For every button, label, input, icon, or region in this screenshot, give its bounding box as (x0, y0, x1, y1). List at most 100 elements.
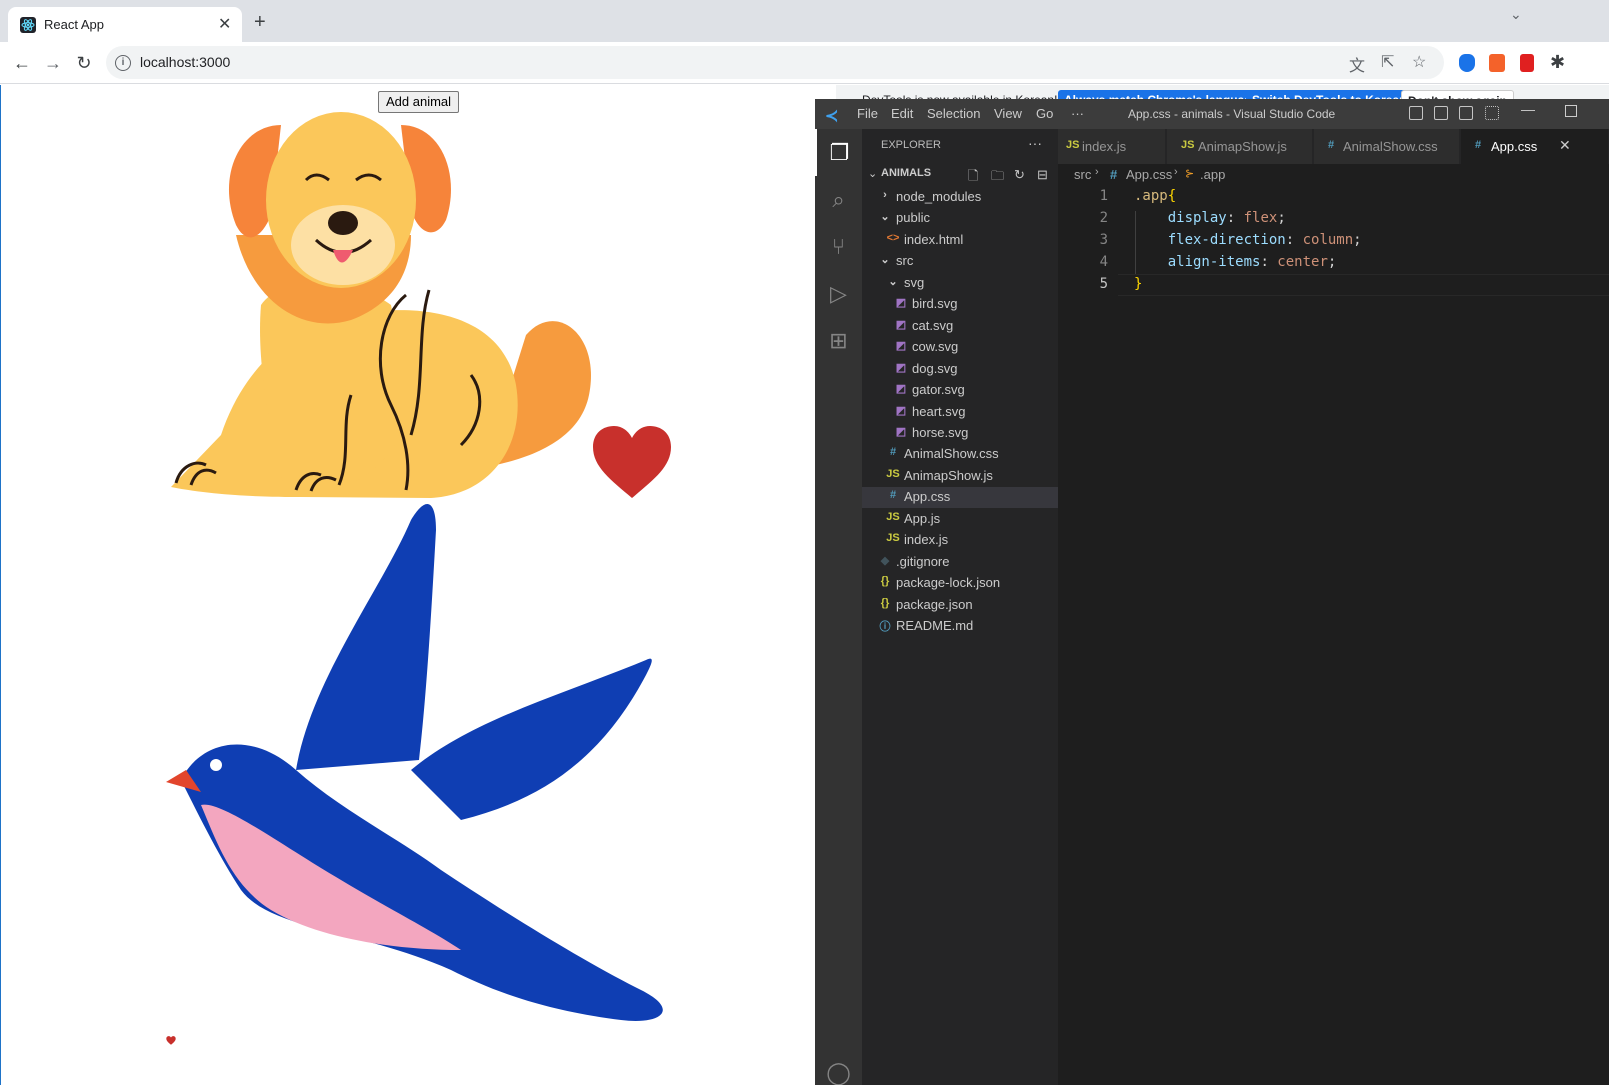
breadcrumb-src[interactable]: src (1074, 167, 1091, 182)
share-icon[interactable]: ⇱ (1381, 52, 1394, 72)
menu-view[interactable]: View (994, 106, 1022, 121)
explorer-sidebar: EXPLORER ··· ⌄ ANIMALS 🗋 🗀 ↻ ⊟ › node_mod… (862, 129, 1058, 1085)
code-line: 4 align-items: center; (1058, 252, 1609, 274)
folder-header[interactable]: ⌄ ANIMALS 🗋 🗀 ↻ ⊟ (862, 164, 1058, 186)
customize-layout-icon[interactable] (1485, 106, 1499, 120)
editor-tab-index-js[interactable]: JS index.js (1058, 129, 1166, 164)
ex-extension-icon[interactable] (1489, 54, 1505, 72)
close-tab-icon[interactable]: ✕ (218, 14, 231, 34)
menu-selection[interactable]: Selection (927, 106, 980, 121)
tree-item-label: .gitignore (896, 553, 950, 569)
maximize-icon[interactable] (1565, 105, 1577, 117)
tree-item[interactable]: ⓘ README.md (862, 616, 1058, 637)
refresh-icon[interactable]: ↻ (1014, 167, 1025, 183)
menu-edit[interactable]: Edit (891, 106, 913, 121)
tree-item[interactable]: {} package.json (862, 595, 1058, 616)
tree-item[interactable]: ◩ heart.svg (862, 402, 1058, 423)
extensions-puzzle-icon[interactable]: ✱ (1550, 52, 1565, 73)
tree-item[interactable]: <> index.html (862, 230, 1058, 251)
tree-item[interactable]: ◩ gator.svg (862, 380, 1058, 401)
editor-tab-bar: JS index.js JS AnimapShow.js # AnimalSho… (1058, 129, 1609, 164)
bitwarden-extension-icon[interactable] (1459, 54, 1475, 72)
css-file-icon: # (889, 446, 897, 459)
menu-more[interactable]: ··· (1071, 106, 1084, 121)
new-folder-icon[interactable]: 🗀 (991, 167, 1004, 189)
css-file-icon: # (1110, 167, 1118, 182)
json-file-icon: {} (880, 575, 890, 588)
tree-item[interactable]: ⌄ src (862, 251, 1058, 272)
menu-file[interactable]: File (857, 106, 878, 121)
small-heart-image[interactable] (166, 1036, 176, 1045)
toggle-secondary-sidebar-icon[interactable] (1459, 106, 1473, 120)
tree-item-label: cat.svg (912, 317, 954, 333)
chevron-icon: › (883, 189, 887, 201)
search-icon[interactable]: ⌕ (815, 176, 862, 223)
tree-item[interactable]: ◩ dog.svg (862, 359, 1058, 380)
tree-item[interactable]: JS index.js (862, 530, 1058, 551)
tree-item-label: dog.svg (912, 360, 958, 376)
tree-item[interactable]: # App.css (862, 487, 1058, 509)
toggle-sidebar-icon[interactable] (1409, 106, 1423, 120)
tree-item-label: public (896, 210, 930, 226)
translate-icon[interactable]: 文 (1349, 52, 1365, 76)
tree-item[interactable]: JS AnimapShow.js (862, 466, 1058, 487)
editor-tab-animalshow-css[interactable]: # AnimalShow.css (1314, 129, 1460, 164)
tree-item[interactable]: {} package-lock.json (862, 573, 1058, 594)
bookmark-star-icon[interactable]: ☆ (1412, 52, 1426, 72)
tree-item-label: heart.svg (912, 403, 966, 419)
extensions-icon[interactable]: ⊞ (815, 317, 862, 364)
source-control-icon[interactable]: ⑂ (815, 223, 862, 270)
toggle-panel-icon[interactable] (1434, 106, 1448, 120)
js-file-icon: JS (886, 467, 900, 480)
explorer-files-icon[interactable]: ❐ (815, 129, 862, 176)
tree-item-label: cow.svg (912, 339, 959, 355)
reload-icon[interactable]: ↻ (73, 52, 95, 74)
tree-item-label: index.html (904, 231, 964, 247)
bird-image[interactable] (161, 500, 676, 1030)
tree-item[interactable]: ⌄ svg (862, 273, 1058, 294)
css-value: center (1277, 254, 1328, 270)
site-info-icon[interactable]: i (115, 55, 131, 71)
heart-image[interactable] (591, 425, 673, 500)
account-icon[interactable]: ◯ (815, 1049, 862, 1085)
explorer-more-icon[interactable]: ··· (1028, 135, 1042, 151)
css-file-icon: # (1475, 139, 1482, 151)
tree-item[interactable]: › node_modules (862, 187, 1058, 208)
tree-item[interactable]: ◩ bird.svg (862, 294, 1058, 315)
editor-tab-app-css[interactable]: # App.css ✕ (1461, 129, 1609, 164)
breadcrumb-file[interactable]: App.css (1126, 167, 1172, 182)
editor-tab-animapshow-js[interactable]: JS AnimapShow.js (1167, 129, 1313, 164)
tab-label: AnimalShow.css (1343, 139, 1438, 154)
thumbs-down-extension-icon[interactable] (1520, 54, 1534, 72)
dog-image[interactable] (161, 105, 601, 505)
new-file-icon[interactable]: 🗋 (968, 167, 978, 189)
tree-item[interactable]: # AnimalShow.css (862, 444, 1058, 465)
new-tab-icon[interactable]: + (254, 12, 266, 32)
close-tab-icon[interactable]: ✕ (1559, 137, 1571, 154)
code-editor[interactable]: 1 .app{ 2 display: flex; 3 flex-directio… (1058, 186, 1609, 1085)
css-value: column (1302, 232, 1354, 248)
line-number: 4 (1099, 254, 1108, 270)
forward-arrow-icon[interactable]: → (42, 52, 64, 74)
tree-item[interactable]: ◆ .gitignore (862, 552, 1058, 573)
svg-file-icon: ◩ (895, 340, 907, 353)
collapse-all-icon[interactable]: ⊟ (1037, 167, 1048, 183)
svg-file-icon: ◩ (895, 425, 907, 438)
breadcrumb-symbol[interactable]: .app (1200, 167, 1225, 182)
back-arrow-icon[interactable]: ← (11, 52, 33, 74)
tab-search-chevron-icon[interactable]: ⌄ (1510, 6, 1522, 23)
menu-go[interactable]: Go (1036, 106, 1053, 121)
run-debug-icon[interactable]: ▷ (815, 270, 862, 317)
tree-item[interactable]: ◩ cat.svg (862, 316, 1058, 337)
tree-item[interactable]: ⌄ public (862, 208, 1058, 229)
css-property: display (1167, 210, 1227, 226)
tree-item[interactable]: ◩ horse.svg (862, 423, 1058, 444)
tree-item[interactable]: ◩ cow.svg (862, 337, 1058, 358)
tree-item[interactable]: JS App.js (862, 509, 1058, 530)
browser-tab[interactable]: React App ✕ (8, 7, 242, 42)
code-line: 2 display: flex; (1058, 208, 1609, 230)
css-file-icon: # (1328, 139, 1335, 151)
address-bar[interactable]: i localhost:3000 文 ⇱ ☆ (106, 46, 1444, 79)
code-line: 5 } (1058, 274, 1609, 296)
minimize-icon[interactable]: — (1521, 101, 1535, 117)
